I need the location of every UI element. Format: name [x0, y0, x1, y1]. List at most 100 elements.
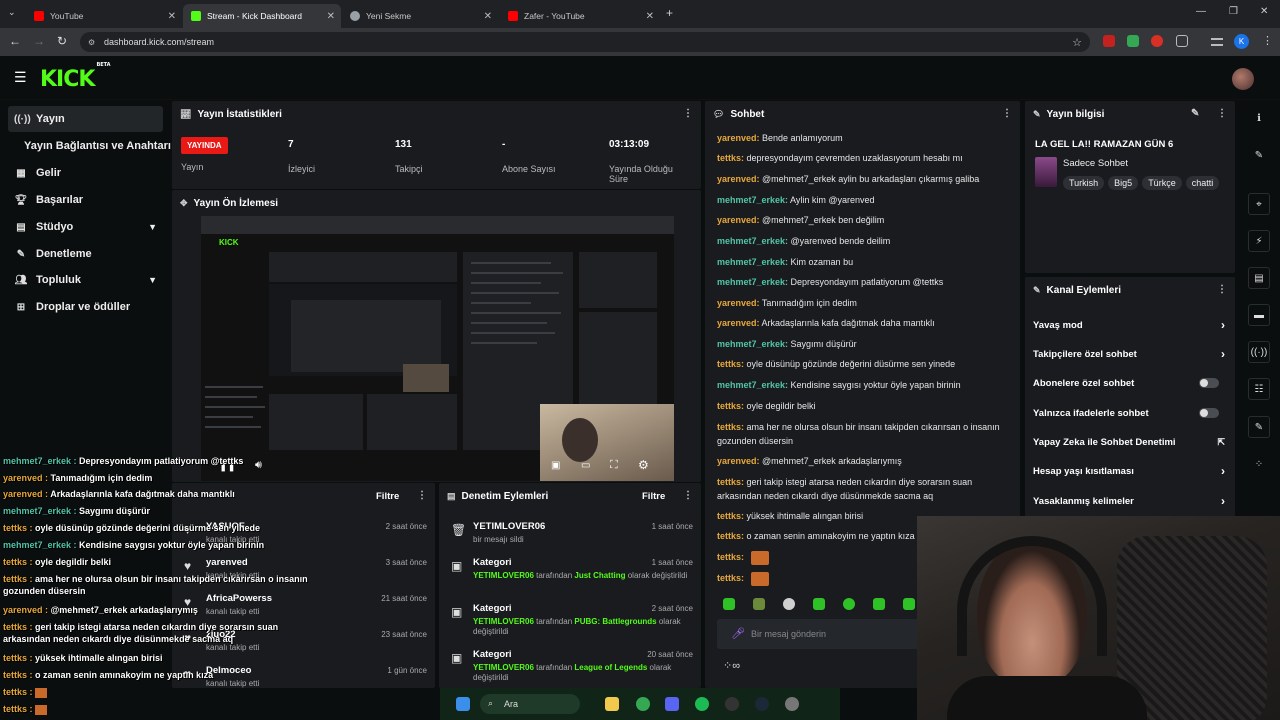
- discord-icon[interactable]: [665, 697, 679, 711]
- emote-icon[interactable]: [873, 598, 885, 610]
- chat-username[interactable]: mehmet7_erkek:: [717, 277, 788, 287]
- site-info-icon[interactable]: ⚙: [88, 38, 95, 47]
- chat-settings-icon[interactable]: ⁘∞: [723, 659, 740, 672]
- chat-username[interactable]: yarenved:: [717, 318, 760, 328]
- emote-icon[interactable]: [783, 598, 795, 610]
- tag-chip[interactable]: Türkçe: [1142, 176, 1182, 190]
- chat-username[interactable]: mehmet7_erkek:: [717, 339, 788, 349]
- shield-extension-icon[interactable]: [1127, 35, 1139, 47]
- chat-username[interactable]: tettks:: [717, 401, 744, 411]
- toggle-switch[interactable]: [1199, 408, 1219, 418]
- wrench-icon[interactable]: ✎: [1248, 416, 1270, 438]
- puzzle-extensions-icon[interactable]: [1176, 35, 1188, 47]
- chat-username[interactable]: yarenved:: [717, 215, 760, 225]
- chat-username[interactable]: tettks:: [717, 153, 744, 163]
- chat-username[interactable]: tettks:: [717, 552, 744, 562]
- spotify-icon[interactable]: [695, 697, 709, 711]
- chat-username[interactable]: tettks:: [717, 573, 744, 583]
- action-account-age[interactable]: Hesap yaşı kısıtlaması ›: [1033, 457, 1225, 485]
- action-emotes-only[interactable]: Yalnızca ifadelerle sohbet: [1033, 399, 1225, 427]
- restore-button[interactable]: ❐: [1229, 6, 1238, 17]
- focus-icon[interactable]: ⌖: [1248, 193, 1270, 215]
- document-icon[interactable]: ▤: [1248, 267, 1270, 289]
- file-explorer-icon[interactable]: [605, 697, 619, 711]
- chat-username[interactable]: mehmet7_erkek:: [717, 195, 788, 205]
- kebab-menu-icon[interactable]: ⋮: [417, 490, 427, 501]
- chrome-icon[interactable]: [636, 697, 650, 711]
- chat-username[interactable]: tettks:: [717, 359, 744, 369]
- apps-icon[interactable]: ⁘: [1248, 453, 1270, 475]
- pencil-icon[interactable]: ✎: [1248, 144, 1270, 166]
- lightning-icon[interactable]: ⚡︎: [1248, 230, 1270, 252]
- tab-youtube[interactable]: YouTube ✕: [26, 4, 182, 28]
- chat-icon[interactable]: ▬: [1248, 304, 1270, 326]
- tab-kick-dashboard[interactable]: Stream - Kick Dashboard ✕: [183, 4, 341, 28]
- back-icon[interactable]: ←: [9, 34, 21, 48]
- close-window-button[interactable]: ✕: [1260, 6, 1268, 17]
- kick-logo[interactable]: KICKBETA: [40, 62, 111, 92]
- action-banned-words[interactable]: Yasaklanmış kelimeler ›: [1033, 487, 1225, 515]
- user-avatar[interactable]: [1232, 68, 1254, 90]
- taskbar-search[interactable]: ⌕ Ara: [480, 694, 580, 714]
- sidebar-item-income[interactable]: ▦ Gelir: [8, 160, 163, 186]
- kebab-menu-icon[interactable]: ⋮: [1217, 108, 1227, 119]
- tag-chip[interactable]: Turkish: [1063, 176, 1105, 190]
- emote-icon[interactable]: [843, 598, 855, 610]
- chat-username[interactable]: mehmet7_erkek:: [717, 257, 788, 267]
- chat-username[interactable]: tettks:: [717, 511, 744, 521]
- profile-avatar[interactable]: K: [1234, 34, 1249, 49]
- action-followers-only[interactable]: Takipçilere özel sohbet ›: [1033, 340, 1225, 368]
- edit-pencil-icon[interactable]: ✎: [1191, 108, 1199, 119]
- action-ai-moderation[interactable]: Yapay Zeka ile Sohbet Denetimi ⇱: [1033, 428, 1225, 456]
- extension-icon[interactable]: [1103, 35, 1115, 47]
- fullscreen-icon[interactable]: ⛶: [610, 459, 618, 472]
- chat-username[interactable]: yarenved:: [717, 298, 760, 308]
- stream-category[interactable]: Sadece Sohbet: [1063, 158, 1128, 169]
- people-icon[interactable]: ☷: [1248, 378, 1270, 400]
- url-input[interactable]: ⚙ dashboard.kick.com/stream ☆: [80, 32, 1090, 52]
- bookmark-star-icon[interactable]: ☆: [1072, 36, 1082, 49]
- info-icon[interactable]: ℹ: [1248, 107, 1270, 129]
- new-tab-button[interactable]: +: [666, 6, 673, 20]
- chat-message-input[interactable]: Bir mesaj gönderin: [717, 619, 937, 649]
- chat-username[interactable]: tettks:: [717, 531, 744, 541]
- hamburger-menu-icon[interactable]: ☰: [14, 69, 27, 86]
- chat-username[interactable]: tettks:: [717, 422, 744, 432]
- toggle-switch[interactable]: [1199, 378, 1219, 388]
- emote-icon[interactable]: [723, 598, 735, 610]
- extension-icon[interactable]: [1151, 35, 1163, 47]
- close-icon[interactable]: ✕: [484, 11, 492, 22]
- kebab-menu-icon[interactable]: ⋮: [683, 108, 693, 119]
- sidebar-item-achievements[interactable]: 🏆︎ Başarılar: [8, 187, 163, 213]
- chat-username[interactable]: yarenved:: [717, 133, 760, 143]
- obs-icon[interactable]: [725, 697, 739, 711]
- theater-icon[interactable]: ▭: [581, 460, 590, 471]
- action-slow-mode[interactable]: Yavaş mod ›: [1033, 311, 1225, 339]
- stream-preview-video[interactable]: KICK ❚❚ 🔊︎ ▣ ▭ ⛶ ⚙: [201, 216, 674, 481]
- broadcast-icon[interactable]: ((·)): [1248, 341, 1270, 363]
- filter-button[interactable]: Filtre: [376, 491, 399, 502]
- sidebar-item-stream-key[interactable]: Yayın Bağlantısı ve Anahtarı: [8, 133, 173, 159]
- steam-icon[interactable]: [755, 697, 769, 711]
- reading-list-icon[interactable]: [1211, 38, 1223, 46]
- chat-username[interactable]: yarenved:: [717, 456, 760, 466]
- close-icon[interactable]: ✕: [327, 11, 335, 22]
- menu-kebab-icon[interactable]: ⋮: [1262, 34, 1273, 47]
- action-subscribers-only[interactable]: Abonelere özel sohbet: [1033, 369, 1225, 397]
- emote-icon[interactable]: [753, 598, 765, 610]
- tag-chip[interactable]: chatti: [1185, 176, 1220, 190]
- close-icon[interactable]: ✕: [168, 11, 176, 22]
- sidebar-item-moderation[interactable]: ✎ Denetleme: [8, 241, 163, 267]
- chat-username[interactable]: mehmet7_erkek:: [717, 380, 788, 390]
- tab-zafer-youtube[interactable]: Zafer - YouTube ✕: [500, 4, 660, 28]
- kebab-menu-icon[interactable]: ⋮: [683, 490, 693, 501]
- close-icon[interactable]: ✕: [646, 11, 654, 22]
- windows-start-icon[interactable]: [456, 697, 470, 711]
- tag-chip[interactable]: Big5: [1108, 176, 1139, 190]
- chat-username[interactable]: tettks:: [717, 477, 744, 487]
- kebab-menu-icon[interactable]: ⋮: [1002, 108, 1012, 119]
- settings-icon[interactable]: [785, 697, 799, 711]
- microphone-icon[interactable]: 🎤︎: [731, 627, 745, 640]
- reload-icon[interactable]: ↻: [57, 34, 67, 48]
- sidebar-item-drops[interactable]: ⊞ Droplar ve ödüller: [8, 294, 163, 320]
